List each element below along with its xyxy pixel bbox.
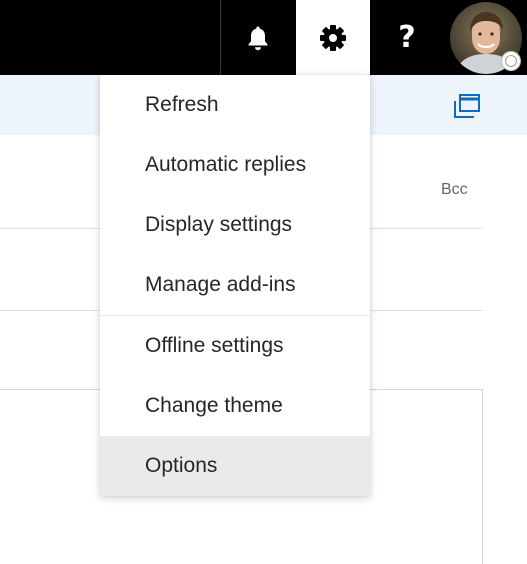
settings-button[interactable]: [296, 0, 370, 75]
menu-item-offline-settings[interactable]: Offline settings: [100, 316, 370, 376]
help-icon: ?: [398, 20, 416, 55]
bell-icon: [248, 26, 268, 50]
menu-item-label: Options: [145, 454, 218, 477]
presence-status-icon: [501, 51, 521, 71]
popout-icon: [454, 94, 480, 118]
menu-item-automatic-replies[interactable]: Automatic replies: [100, 135, 370, 195]
menu-item-manage-add-ins[interactable]: Manage add-ins: [100, 255, 370, 315]
menu-item-label: Refresh: [145, 93, 219, 116]
notifications-button[interactable]: [221, 0, 295, 75]
gear-icon: [320, 24, 346, 51]
menu-item-change-theme[interactable]: Change theme: [100, 376, 370, 436]
menu-item-options[interactable]: Options: [100, 436, 370, 496]
settings-menu: Refresh Automatic replies Display settin…: [100, 75, 370, 496]
help-button[interactable]: ?: [370, 0, 444, 75]
body-right-border: [482, 389, 483, 564]
menu-item-display-settings[interactable]: Display settings: [100, 195, 370, 255]
menu-item-label: Manage add-ins: [145, 273, 296, 296]
menu-item-label: Display settings: [145, 213, 293, 236]
popout-button[interactable]: [453, 93, 481, 124]
menu-item-label: Automatic replies: [145, 153, 307, 176]
menu-item-refresh[interactable]: Refresh: [100, 75, 370, 135]
bcc-link[interactable]: Bcc: [441, 181, 468, 199]
menu-item-label: Offline settings: [145, 334, 284, 357]
menu-item-label: Change theme: [145, 394, 283, 417]
